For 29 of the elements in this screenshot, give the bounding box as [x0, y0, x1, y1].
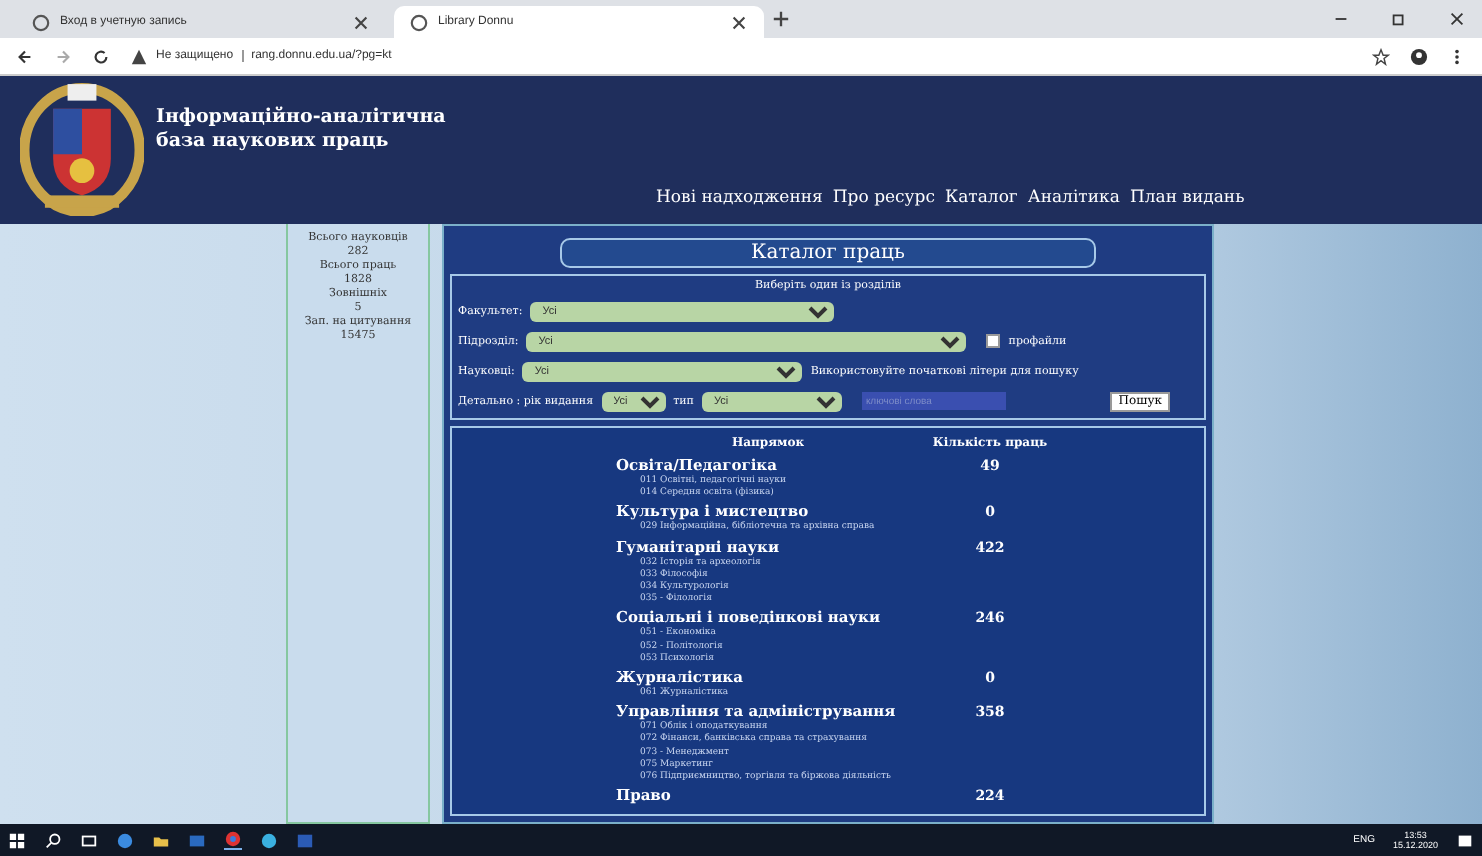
close-icon[interactable]: [730, 13, 748, 31]
new-tab-icon[interactable]: [772, 10, 790, 28]
profile-icon[interactable]: [1410, 47, 1428, 65]
nav-link[interactable]: Каталог: [945, 188, 1018, 208]
reload-icon[interactable]: [92, 47, 110, 65]
restore-icon[interactable]: [1390, 10, 1408, 28]
folder-icon[interactable]: [152, 831, 170, 849]
globe-icon: [32, 13, 50, 31]
app-icon[interactable]: [260, 831, 278, 849]
star-icon[interactable]: [1372, 47, 1390, 65]
nav-link[interactable]: Аналітика: [1027, 188, 1120, 208]
catalog-title: Каталог праць: [560, 238, 1096, 268]
nav-link[interactable]: Нові надходження: [656, 188, 823, 208]
nav-link[interactable]: Про ресурс: [832, 188, 935, 208]
emblem-drawing: [20, 80, 144, 216]
back-icon[interactable]: [16, 47, 34, 65]
warning-icon: [130, 47, 148, 65]
windows-start-icon[interactable]: [8, 831, 26, 849]
nav-link[interactable]: План видань: [1129, 188, 1245, 208]
profiles-checkbox[interactable]: [986, 334, 1001, 348]
chrome-icon[interactable]: [224, 830, 242, 850]
task-view-icon[interactable]: [80, 831, 98, 849]
search-icon[interactable]: [44, 831, 62, 849]
close-icon[interactable]: [1448, 10, 1466, 28]
notifications-icon[interactable]: [1456, 831, 1474, 849]
app-icon[interactable]: [188, 831, 206, 849]
close-icon[interactable]: [352, 13, 370, 31]
globe-icon: [410, 13, 428, 31]
site-title: Інформаційно-аналітична база наукових праць: [156, 106, 446, 154]
